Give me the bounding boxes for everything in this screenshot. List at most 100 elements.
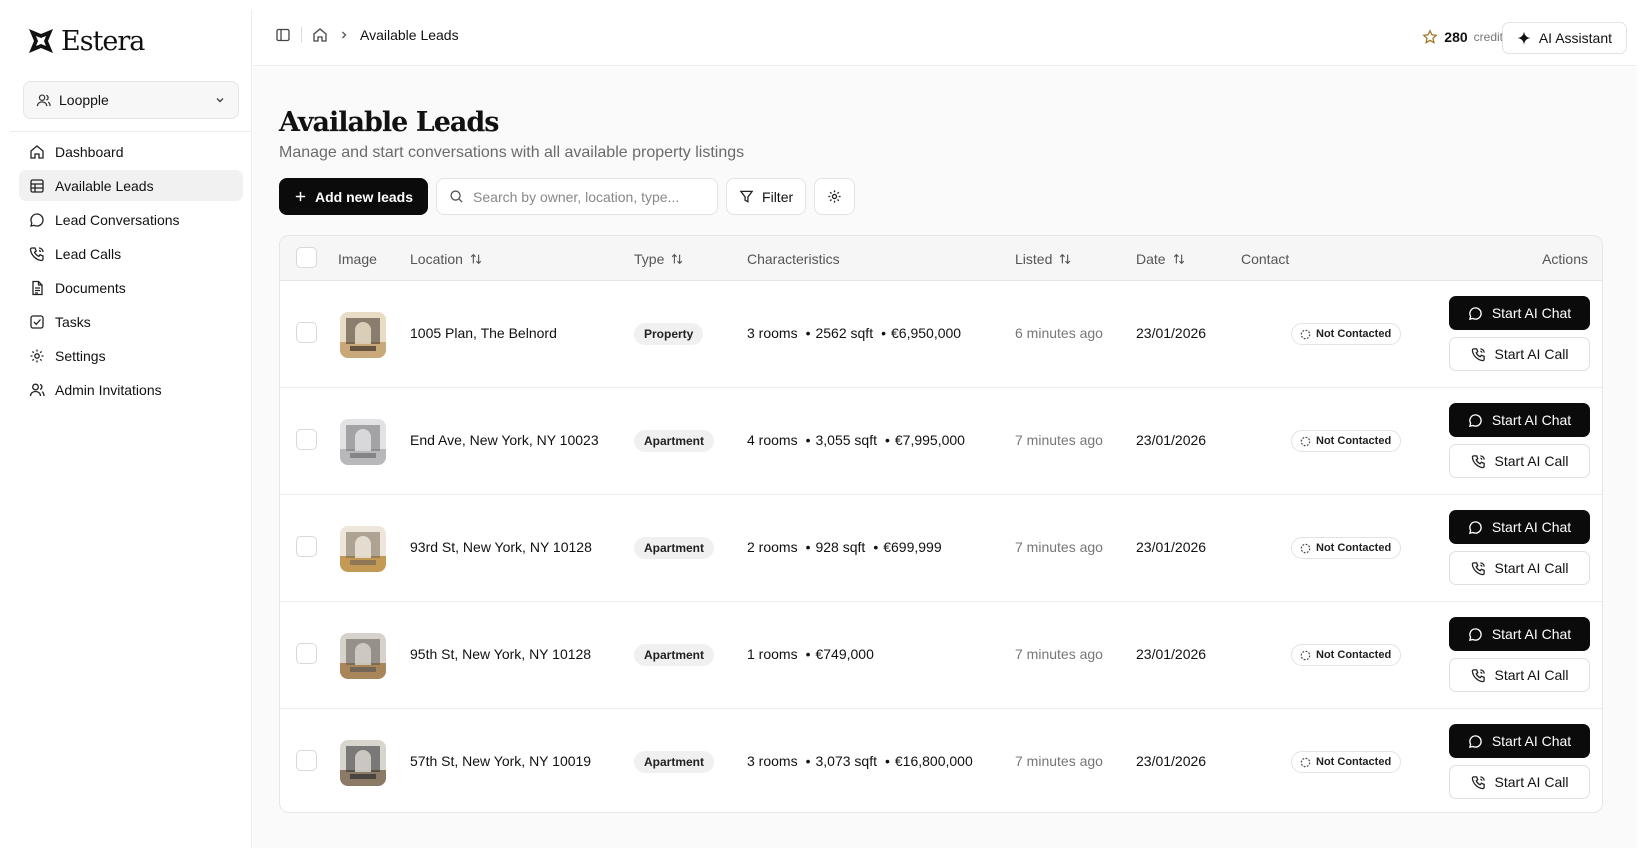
sidebar-item-dashboard[interactable]: Dashboard <box>19 136 243 167</box>
row-checkbox[interactable] <box>296 322 317 343</box>
property-thumbnail[interactable] <box>340 312 386 358</box>
sidebar-toggle-icon[interactable] <box>275 27 291 43</box>
sidebar-item-lead-conversations[interactable]: Lead Conversations <box>19 204 243 235</box>
characteristics-cell: 3 rooms • 2562 sqft • €6,950,000 <box>747 325 962 341</box>
table-row: 1005 Plan, The Belnord Property 3 rooms •… <box>280 281 1602 388</box>
contact-status-label: Not Contacted <box>1316 756 1392 768</box>
column-label: Actions <box>1542 251 1588 267</box>
sidebar-item-label: Lead Calls <box>55 245 122 262</box>
price-value: €749,000 <box>815 646 874 662</box>
row-checkbox[interactable] <box>296 750 317 771</box>
toolbar: Add new leads Filter <box>279 178 856 215</box>
sidebar-item-documents[interactable]: Documents <box>19 272 243 303</box>
property-photo-icon <box>340 526 386 572</box>
sidebar-item-tasks[interactable]: Tasks <box>19 306 243 337</box>
chevron-down-icon <box>216 98 224 103</box>
type-badge: Apartment <box>634 430 715 452</box>
main-content: Available Leads Manage and start convers… <box>253 67 1637 848</box>
column-location[interactable]: Location <box>410 251 483 267</box>
home-icon[interactable] <box>312 27 328 43</box>
contact-status-badge: Not Contacted <box>1291 430 1402 452</box>
column-listed[interactable]: Listed <box>1015 251 1072 267</box>
characteristics-cell: 1 rooms • €749,000 <box>747 646 874 662</box>
brand-logo[interactable]: Estera <box>27 26 145 57</box>
start-ai-chat-button[interactable]: Start AI Chat <box>1449 724 1590 758</box>
filter-button[interactable]: Filter <box>726 178 807 215</box>
star-icon <box>1422 29 1438 44</box>
dashed-circle-icon <box>1300 436 1311 446</box>
sidebar-item-label: Settings <box>55 347 106 364</box>
plus-icon <box>295 191 306 202</box>
row-checkbox[interactable] <box>296 429 317 450</box>
listed-cell: 7 minutes ago <box>1015 753 1103 769</box>
start-ai-chat-button[interactable]: Start AI Chat <box>1449 510 1590 544</box>
phone-icon <box>1471 668 1485 682</box>
dashed-circle-icon <box>1300 757 1311 767</box>
sqft-value: 3,055 sqft <box>815 432 877 448</box>
add-new-leads-button[interactable]: Add new leads <box>279 178 429 215</box>
sidebar-item-available-leads[interactable]: Available Leads <box>19 170 243 201</box>
start-ai-call-button[interactable]: Start AI Call <box>1449 658 1590 692</box>
top-header: Available Leads 280 credits AI Assistant <box>253 10 1637 66</box>
price-value: €16,800,000 <box>894 753 973 769</box>
table-row: 93rd St, New York, NY 10128 Apartment 2 … <box>280 495 1602 602</box>
column-label: Contact <box>1241 251 1290 267</box>
row-checkbox[interactable] <box>296 536 317 557</box>
filter-label: Filter <box>762 188 794 205</box>
search-input[interactable] <box>473 188 694 205</box>
app-window: Estera Loopple Dashboard Available Leads… <box>10 10 1637 848</box>
sort-icon <box>672 253 683 265</box>
sidebar-item-label: Lead Conversations <box>55 211 180 228</box>
sidebar-item-label: Available Leads <box>55 177 154 194</box>
sidebar-nav: Dashboard Available Leads Lead Conversat… <box>19 136 243 408</box>
select-all-checkbox[interactable] <box>296 247 317 268</box>
contact-status-badge: Not Contacted <box>1291 644 1402 666</box>
start-ai-chat-button[interactable]: Start AI Chat <box>1449 617 1590 651</box>
property-thumbnail[interactable] <box>340 419 386 465</box>
contact-status-label: Not Contacted <box>1316 649 1392 661</box>
document-icon <box>32 280 43 295</box>
home-icon <box>30 144 44 159</box>
property-photo-icon <box>340 419 386 465</box>
listed-cell: 6 minutes ago <box>1015 325 1103 341</box>
start-ai-call-button[interactable]: Start AI Call <box>1449 551 1590 585</box>
start-ai-chat-button[interactable]: Start AI Chat <box>1449 296 1590 330</box>
column-actions: Actions <box>1542 251 1588 267</box>
header-left: Available Leads <box>275 27 459 43</box>
rooms-value: 3 rooms <box>747 325 798 341</box>
row-checkbox[interactable] <box>296 643 317 664</box>
property-thumbnail[interactable] <box>340 633 386 679</box>
column-date[interactable]: Date <box>1136 251 1186 267</box>
listed-cell: 7 minutes ago <box>1015 539 1103 555</box>
workspace-switcher[interactable]: Loopple <box>23 81 239 119</box>
column-label: Date <box>1136 251 1166 267</box>
property-thumbnail[interactable] <box>340 526 386 572</box>
table-settings-button[interactable] <box>814 178 856 215</box>
column-type[interactable]: Type <box>634 251 684 267</box>
start-ai-call-button[interactable]: Start AI Call <box>1449 337 1590 371</box>
date-cell: 23/01/2026 <box>1136 753 1207 769</box>
sidebar-item-label: Documents <box>55 279 126 296</box>
start-ai-chat-button[interactable]: Start AI Chat <box>1449 403 1590 437</box>
gear-icon <box>828 190 841 203</box>
column-label: Type <box>634 251 665 267</box>
ai-assistant-button[interactable]: AI Assistant <box>1501 22 1627 54</box>
phone-icon <box>1471 775 1485 789</box>
sidebar-item-admin-invitations[interactable]: Admin Invitations <box>19 374 243 405</box>
filter-icon <box>739 190 754 203</box>
date-cell: 23/01/2026 <box>1136 646 1207 662</box>
sidebar-item-lead-calls[interactable]: Lead Calls <box>19 238 243 269</box>
table-icon <box>30 178 44 193</box>
page-subtitle: Manage and start conversations with all … <box>279 144 745 161</box>
start-ai-call-button[interactable]: Start AI Call <box>1449 765 1590 799</box>
rooms-value: 4 rooms <box>747 432 798 448</box>
rooms-value: 1 rooms <box>747 646 798 662</box>
table-header: Image Location Type Characteristics List… <box>280 236 1602 281</box>
property-thumbnail[interactable] <box>340 740 386 786</box>
contact-status-label: Not Contacted <box>1316 435 1392 447</box>
start-ai-call-button[interactable]: Start AI Call <box>1449 444 1590 478</box>
sidebar-divider <box>10 131 252 132</box>
column-image: Image <box>338 251 377 267</box>
phone-icon <box>1471 561 1485 575</box>
sidebar-item-settings[interactable]: Settings <box>19 340 243 371</box>
